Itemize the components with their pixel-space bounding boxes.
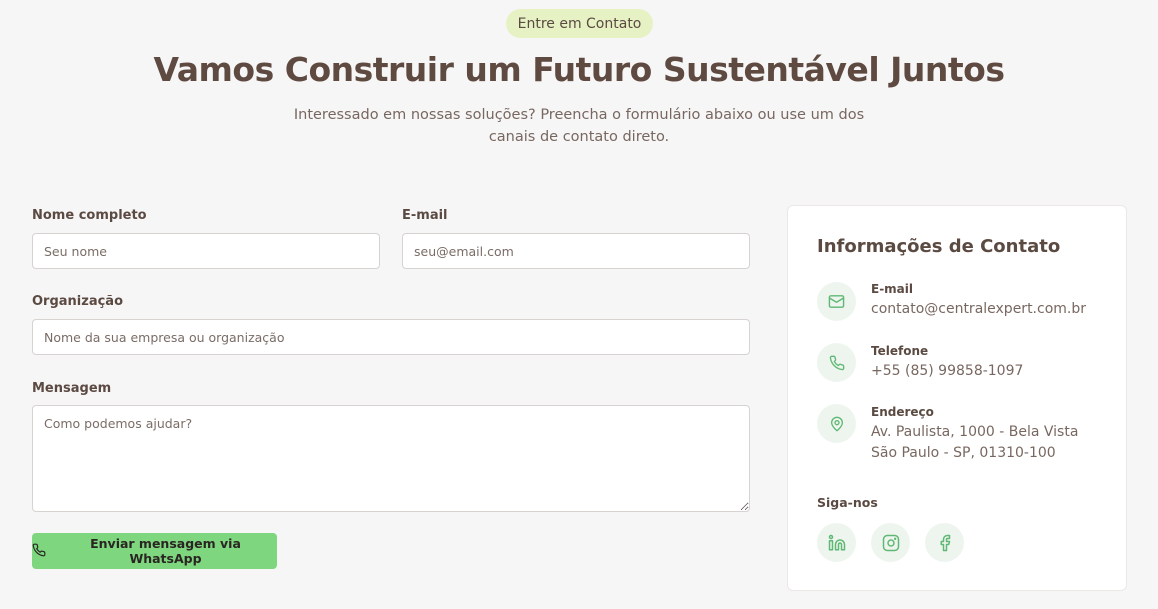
email-input[interactable] [402,233,750,269]
instagram-icon[interactable] [871,523,910,562]
address-info-label: Endereço [871,405,934,419]
linkedin-icon[interactable] [817,523,856,562]
send-whatsapp-button[interactable]: Enviar mensagem via WhatsApp [32,533,277,569]
phone-icon [32,543,46,560]
name-label: Nome completo [32,208,147,223]
section-badge: Entre em Contato [506,9,653,38]
message-textarea[interactable] [32,405,750,512]
email-label: E-mail [402,208,448,223]
map-pin-icon [817,404,856,443]
mail-icon [817,282,856,321]
phone-info-label: Telefone [871,344,929,358]
organization-input[interactable] [32,319,750,355]
message-label: Mensagem [32,381,112,396]
email-info-label: E-mail [871,282,914,296]
contact-card-title: Informações de Contato [817,236,1061,257]
address-line-2: São Paulo - SP, 01310-100 [871,445,1056,461]
address-line-1: Av. Paulista, 1000 - Bela Vista [871,424,1079,440]
phone-info-value[interactable]: +55 (85) 99858-1097 [871,361,1023,382]
name-input[interactable] [32,233,380,269]
follow-label: Siga-nos [817,495,878,510]
email-info-value[interactable]: contato@centralexpert.com.br [871,299,1086,320]
page-title: Vamos Construir um Futuro Sustentável Ju… [153,50,1005,89]
facebook-icon[interactable] [925,523,964,562]
phone-icon [817,343,856,382]
organization-label: Organização [32,294,123,309]
send-whatsapp-label: Enviar mensagem via WhatsApp [90,536,241,566]
page-subtitle: Interessado em nossas soluções? Preencha… [293,107,865,145]
contact-info-card: Informações de Contato E-mail contato@ce… [787,205,1127,591]
